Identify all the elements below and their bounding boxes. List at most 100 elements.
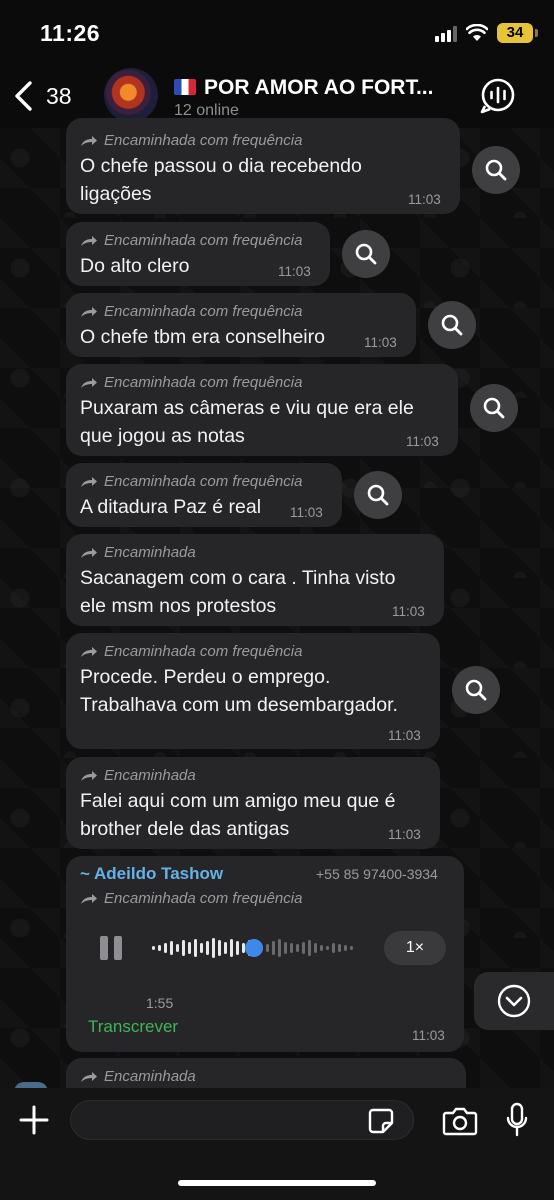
forwarded-label: Encaminhada com frequência	[80, 473, 302, 490]
forwarded-label: Encaminhada	[80, 544, 196, 561]
forward-arrow-icon	[81, 893, 97, 904]
attach-plus-button[interactable]	[18, 1104, 50, 1136]
transcribe-button[interactable]: Transcrever	[88, 1017, 178, 1037]
microphone-icon[interactable]	[505, 1102, 529, 1138]
message-bubble[interactable]: Encaminhada com frequência Puxaram as câ…	[66, 364, 458, 456]
search-button[interactable]	[428, 301, 476, 349]
forwarded-label: Encaminhada com frequência	[80, 643, 302, 660]
message-time: 11:03	[388, 827, 421, 842]
forward-arrow-icon	[81, 770, 97, 781]
message-time: 11:03	[388, 728, 421, 743]
search-button[interactable]	[452, 666, 500, 714]
group-title[interactable]: POR AMOR AO FORT...	[174, 76, 474, 100]
waveform-bar	[326, 946, 329, 950]
chevron-left-icon	[15, 81, 32, 111]
playback-speed-button[interactable]: 1×	[384, 931, 446, 965]
waveform-bar	[212, 938, 215, 958]
waveform-bar	[188, 942, 191, 954]
waveform-bar	[152, 946, 155, 950]
search-icon	[355, 243, 377, 265]
group-avatar[interactable]	[104, 68, 158, 122]
forward-arrow-icon	[81, 235, 97, 246]
search-icon	[465, 679, 487, 701]
message-text: Procede. Perdeu o emprego. Trabalhava com…	[80, 666, 398, 716]
sticker-icon[interactable]	[368, 1108, 394, 1134]
waveform-bar	[350, 946, 353, 950]
back-button[interactable]: 38	[12, 76, 82, 116]
message-text: Do alto clero	[80, 255, 190, 277]
home-indicator	[178, 1180, 376, 1186]
voice-message-bubble[interactable]: ~ Adeildo Tashow +55 85 97400-3934 Encam…	[66, 856, 464, 1052]
message-text: A ditadura Paz é real	[80, 496, 262, 518]
forward-arrow-icon	[81, 1071, 97, 1082]
scroll-to-bottom-button[interactable]	[474, 972, 554, 1030]
forward-arrow-icon	[81, 135, 97, 146]
message-time: 11:03	[408, 192, 441, 207]
message-time: 11:03	[290, 505, 323, 520]
waveform-bar	[278, 939, 281, 957]
message-input[interactable]	[70, 1100, 414, 1140]
waveform-bar	[194, 939, 197, 957]
france-flag-icon	[174, 79, 196, 95]
waveform-bar	[182, 940, 185, 956]
search-icon	[483, 397, 505, 419]
waveform-bar	[176, 944, 179, 952]
search-button[interactable]	[472, 146, 520, 194]
camera-icon[interactable]	[442, 1106, 478, 1136]
waveform-bar	[296, 944, 299, 952]
forwarded-label: Encaminhada	[80, 1068, 196, 1085]
forward-arrow-icon	[81, 646, 97, 657]
waveform-bar	[272, 941, 275, 955]
unread-count: 38	[46, 82, 72, 109]
message-bubble[interactable]: Encaminhada com frequência A ditadura Pa…	[66, 463, 342, 527]
message-text: O chefe passou o dia recebendo ligações	[80, 155, 362, 205]
forward-arrow-icon	[81, 377, 97, 388]
message-bubble[interactable]: Encaminhada com frequência O chefe passo…	[66, 118, 460, 214]
waveform-bar	[314, 943, 317, 953]
search-button[interactable]	[354, 471, 402, 519]
pause-button[interactable]	[100, 936, 126, 960]
message-time: 11:03	[278, 264, 311, 279]
waveform-bar	[320, 945, 323, 951]
message-text: Sacanagem com o cara . Tinha visto ele ms…	[80, 567, 396, 617]
message-bubble[interactable]: Encaminhada Falei aqui com um amigo meu …	[66, 757, 440, 849]
forwarded-label: Encaminhada	[80, 767, 196, 784]
message-time: 11:03	[406, 434, 439, 449]
search-button[interactable]	[342, 230, 390, 278]
message-bubble[interactable]: Encaminhada com frequência O chefe tbm e…	[66, 293, 416, 357]
message-bubble[interactable]: Encaminhada Sacanagem com o cara . Tinha…	[66, 534, 444, 626]
voice-chat-button[interactable]	[478, 75, 518, 115]
message-time: 11:03	[364, 335, 397, 350]
waveform-bar	[266, 944, 269, 952]
message-text: O chefe tbm era conselheiro	[80, 326, 325, 348]
message-time: 11:03	[412, 1028, 445, 1043]
waveform-bar	[224, 942, 227, 954]
forward-arrow-icon	[81, 547, 97, 558]
waveform-bar	[200, 943, 203, 953]
message-bubble[interactable]: Encaminhada com frequência Procede. Perd…	[66, 633, 440, 749]
search-button[interactable]	[470, 384, 518, 432]
message-bubble[interactable]: Encaminhada com frequência Do alto clero…	[66, 222, 330, 286]
sender-name[interactable]: ~ Adeildo Tashow	[80, 864, 223, 884]
waveform-bar	[158, 945, 161, 951]
waveform-bar	[218, 940, 221, 956]
waveform-bar	[338, 944, 341, 952]
forward-arrow-icon	[81, 306, 97, 317]
audio-waveform[interactable]	[152, 936, 358, 960]
group-title-text: POR AMOR AO FORT...	[204, 76, 434, 99]
waveform-bar	[290, 943, 293, 953]
waveform-bar	[230, 939, 233, 957]
wifi-icon	[466, 24, 488, 41]
battery-tip	[535, 29, 538, 37]
search-icon	[485, 159, 507, 181]
waveform-bar	[308, 940, 311, 956]
message-text: Falei aqui com um amigo meu que é brother…	[80, 790, 396, 840]
message-text: Puxaram as câmeras e viu que era ele que …	[80, 397, 414, 447]
sender-phone: +55 85 97400-3934	[316, 866, 438, 882]
waveform-bar	[236, 941, 239, 955]
waveform-bar	[344, 945, 347, 951]
waveform-bar	[164, 943, 167, 953]
forwarded-label: Encaminhada com frequência	[80, 232, 302, 249]
waveform-bar	[284, 942, 287, 954]
playback-position-knob[interactable]	[245, 939, 263, 957]
